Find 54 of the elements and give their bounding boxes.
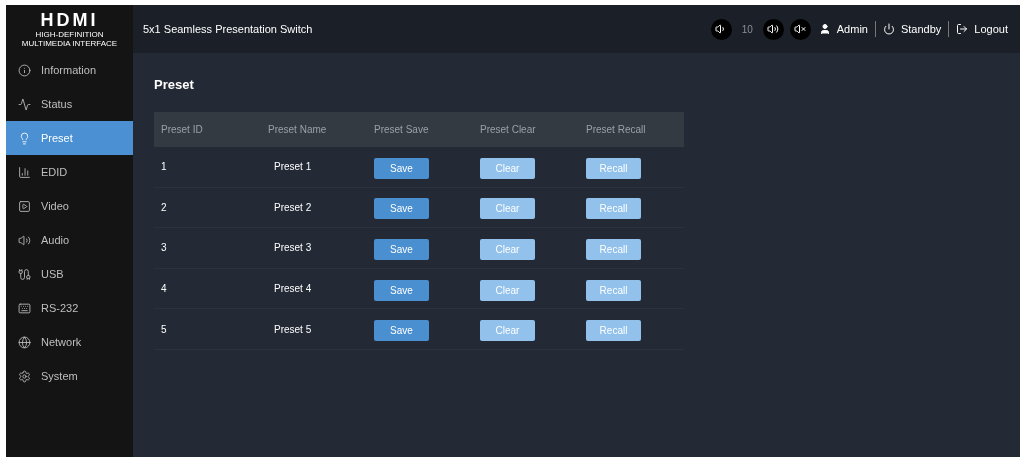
- preset-action-button[interactable]: Save: [374, 320, 429, 342]
- table-cell-text: 5: [161, 322, 168, 337]
- table-cell-text: 3: [161, 241, 168, 256]
- table-cell-text: Preset 3: [273, 241, 313, 256]
- column-header: Preset Name: [268, 123, 328, 137]
- preset-action-button[interactable]: Save: [374, 198, 429, 220]
- logo-tagline: HIGH-DEFINITION MULTIMEDIA INTERFACE: [20, 29, 119, 48]
- settings-icon: [18, 369, 31, 383]
- sidebar-item[interactable]: EDID: [6, 155, 133, 189]
- play-icon: [18, 199, 31, 213]
- sidebar-item[interactable]: Video: [6, 189, 133, 223]
- preset-action-button[interactable]: Save: [374, 239, 429, 260]
- column-header: Preset ID: [161, 123, 204, 137]
- logo: HDMI: [40, 10, 99, 29]
- mute-button[interactable]: [789, 18, 811, 40]
- sidebar-item[interactable]: Preset: [6, 121, 133, 155]
- logout-button[interactable]: Logout: [956, 20, 1008, 38]
- column-header: Preset Save: [374, 123, 430, 137]
- sidebar-item[interactable]: Audio: [6, 223, 133, 257]
- activity-icon: [18, 97, 31, 111]
- speaker-icon: [18, 233, 31, 247]
- table-cell-text: Preset 1: [273, 160, 313, 175]
- table-cell-text: Preset 4: [273, 282, 313, 297]
- preset-action-button[interactable]: Save: [374, 157, 429, 179]
- sidebar-item[interactable]: Information: [6, 53, 133, 87]
- mute-icon: [794, 23, 807, 35]
- standby-button[interactable]: Standby: [882, 20, 942, 38]
- lightbulb-icon: [18, 131, 31, 145]
- page-title: Preset: [154, 76, 195, 94]
- sidebar-item[interactable]: Network: [6, 325, 133, 359]
- bar-chart-icon: [18, 165, 31, 179]
- column-header: Preset Clear: [480, 123, 537, 137]
- volume-down-button[interactable]: [710, 18, 732, 40]
- sidebar-item[interactable]: USB: [6, 257, 133, 291]
- power-icon: [882, 23, 895, 35]
- table-cell-text: Preset 2: [273, 200, 313, 215]
- table-cell-text: 1: [161, 160, 168, 175]
- volume-up-icon: [767, 23, 780, 35]
- preset-action-button[interactable]: Save: [374, 279, 429, 301]
- user-name: Admin: [836, 21, 868, 37]
- volume-level: 10: [741, 22, 753, 37]
- sidebar-item[interactable]: RS-232: [6, 291, 133, 325]
- globe-icon: [18, 335, 31, 349]
- info-icon: [18, 63, 31, 77]
- sidebar-item[interactable]: Status: [6, 87, 133, 121]
- column-header: Preset Recall: [586, 123, 647, 137]
- device-title: 5x1 Seamless Presentation Switch: [143, 21, 313, 37]
- table-cell-text: Preset 5: [273, 322, 313, 337]
- volume-up-button[interactable]: [762, 18, 784, 40]
- sidebar-item[interactable]: System: [6, 359, 133, 393]
- user-icon: [818, 23, 831, 35]
- logout-icon: [956, 23, 969, 35]
- table-cell-text: 2: [161, 200, 168, 215]
- table-cell-text: 4: [161, 282, 168, 297]
